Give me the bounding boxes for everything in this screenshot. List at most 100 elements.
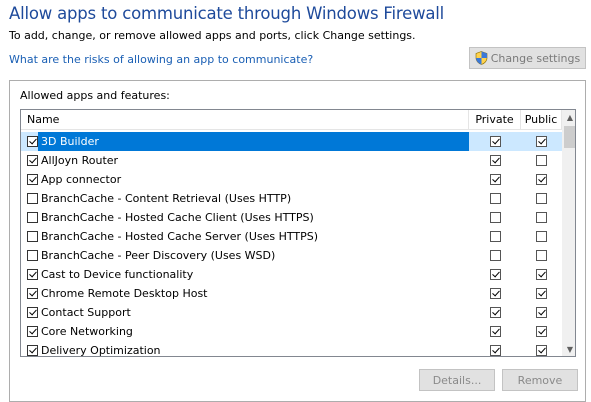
- enable-checkbox[interactable]: [27, 231, 38, 242]
- public-checkbox[interactable]: [536, 345, 547, 356]
- table-row[interactable]: Contact Support: [21, 303, 562, 322]
- table-row[interactable]: BranchCache - Peer Discovery (Uses WSD): [21, 246, 562, 265]
- name-cell: Chrome Remote Desktop Host: [21, 284, 469, 303]
- public-cell: [521, 303, 562, 322]
- public-checkbox[interactable]: [536, 212, 547, 223]
- public-checkbox[interactable]: [536, 231, 547, 242]
- table-row[interactable]: BranchCache - Hosted Cache Server (Uses …: [21, 227, 562, 246]
- private-cell: [469, 322, 521, 341]
- public-checkbox[interactable]: [536, 155, 547, 166]
- enable-checkbox[interactable]: [27, 174, 38, 185]
- private-cell: [469, 208, 521, 227]
- public-cell: [521, 246, 562, 265]
- table-row[interactable]: Core Networking: [21, 322, 562, 341]
- public-cell: [521, 170, 562, 189]
- app-name: App connector: [41, 173, 122, 186]
- enable-checkbox[interactable]: [27, 136, 38, 147]
- private-checkbox[interactable]: [489, 193, 501, 204]
- allowed-apps-list[interactable]: Name Private Public 3D Builder AllJoyn Ro…: [20, 109, 576, 357]
- public-checkbox[interactable]: [536, 307, 547, 318]
- private-checkbox[interactable]: [489, 288, 501, 299]
- public-checkbox[interactable]: [536, 326, 547, 337]
- private-checkbox[interactable]: [489, 136, 501, 147]
- enable-checkbox[interactable]: [27, 193, 38, 204]
- scrollbar-thumb[interactable]: [564, 126, 575, 148]
- page-subtitle: To add, change, or remove allowed apps a…: [9, 29, 416, 42]
- name-cell: Contact Support: [21, 303, 469, 322]
- enable-checkbox[interactable]: [27, 307, 38, 318]
- app-name: BranchCache - Hosted Cache Server (Uses …: [41, 230, 319, 243]
- table-row[interactable]: Cast to Device functionality: [21, 265, 562, 284]
- public-cell: [521, 284, 562, 303]
- table-row[interactable]: App connector: [21, 170, 562, 189]
- enable-checkbox[interactable]: [27, 345, 38, 356]
- name-cell: BranchCache - Hosted Cache Client (Uses …: [21, 208, 469, 227]
- name-cell: Cast to Device functionality: [21, 265, 469, 284]
- column-header-name[interactable]: Name: [21, 110, 469, 129]
- public-checkbox[interactable]: [536, 174, 547, 185]
- public-checkbox[interactable]: [536, 250, 547, 261]
- app-name: Cast to Device functionality: [41, 268, 194, 281]
- public-checkbox[interactable]: [536, 136, 547, 147]
- private-checkbox[interactable]: [489, 155, 501, 166]
- allowed-apps-label: Allowed apps and features:: [20, 89, 170, 102]
- public-cell: [521, 208, 562, 227]
- public-cell: [521, 322, 562, 341]
- remove-button[interactable]: Remove: [502, 369, 578, 391]
- list-header: Name Private Public: [21, 110, 562, 130]
- table-row[interactable]: BranchCache - Content Retrieval (Uses HT…: [21, 189, 562, 208]
- private-cell: [469, 227, 521, 246]
- name-cell: BranchCache - Hosted Cache Server (Uses …: [21, 227, 469, 246]
- risks-link[interactable]: What are the risks of allowing an app to…: [9, 53, 313, 66]
- private-checkbox[interactable]: [489, 231, 501, 242]
- app-name: BranchCache - Peer Discovery (Uses WSD): [41, 249, 276, 262]
- enable-checkbox[interactable]: [27, 269, 38, 280]
- table-row[interactable]: Delivery Optimization: [21, 341, 562, 356]
- change-settings-button[interactable]: Change settings: [469, 47, 586, 69]
- name-cell: Core Networking: [21, 322, 469, 341]
- app-name: AllJoyn Router: [41, 154, 119, 167]
- private-cell: [469, 284, 521, 303]
- public-cell: [521, 265, 562, 284]
- list-rows: 3D Builder AllJoyn Router App connector Bra…: [21, 132, 562, 356]
- change-settings-label: Change settings: [490, 51, 581, 65]
- allowed-apps-group: Allowed apps and features: Name Private …: [9, 80, 586, 402]
- app-name: 3D Builder: [38, 132, 469, 151]
- private-checkbox[interactable]: [489, 345, 501, 356]
- app-name: BranchCache - Hosted Cache Client (Uses …: [41, 211, 314, 224]
- app-name: Core Networking: [41, 325, 133, 338]
- private-cell: [469, 246, 521, 265]
- public-checkbox[interactable]: [536, 288, 547, 299]
- private-cell: [469, 132, 521, 151]
- details-button[interactable]: Details...: [419, 369, 495, 391]
- vertical-scrollbar[interactable]: ▲ ▼: [562, 110, 575, 356]
- scroll-down-arrow-icon[interactable]: ▼: [563, 342, 575, 356]
- public-cell: [521, 151, 562, 170]
- enable-checkbox[interactable]: [27, 212, 38, 223]
- public-cell: [521, 132, 562, 151]
- private-cell: [469, 170, 521, 189]
- enable-checkbox[interactable]: [27, 288, 38, 299]
- private-checkbox[interactable]: [489, 326, 501, 337]
- table-row[interactable]: 3D Builder: [21, 132, 562, 151]
- enable-checkbox[interactable]: [27, 326, 38, 337]
- public-cell: [521, 341, 562, 356]
- public-checkbox[interactable]: [536, 193, 547, 204]
- private-checkbox[interactable]: [489, 307, 501, 318]
- public-checkbox[interactable]: [536, 269, 547, 280]
- scroll-up-arrow-icon[interactable]: ▲: [563, 110, 575, 124]
- public-cell: [521, 227, 562, 246]
- table-row[interactable]: AllJoyn Router: [21, 151, 562, 170]
- enable-checkbox[interactable]: [27, 155, 38, 166]
- table-row[interactable]: BranchCache - Hosted Cache Client (Uses …: [21, 208, 562, 227]
- private-checkbox[interactable]: [489, 174, 501, 185]
- page-title: Allow apps to communicate through Window…: [9, 4, 445, 23]
- enable-checkbox[interactable]: [27, 250, 38, 261]
- private-cell: [469, 265, 521, 284]
- private-checkbox[interactable]: [489, 269, 501, 280]
- private-checkbox[interactable]: [489, 250, 501, 261]
- column-header-public[interactable]: Public: [521, 110, 562, 129]
- table-row[interactable]: Chrome Remote Desktop Host: [21, 284, 562, 303]
- private-checkbox[interactable]: [489, 212, 501, 223]
- column-header-private[interactable]: Private: [469, 110, 521, 129]
